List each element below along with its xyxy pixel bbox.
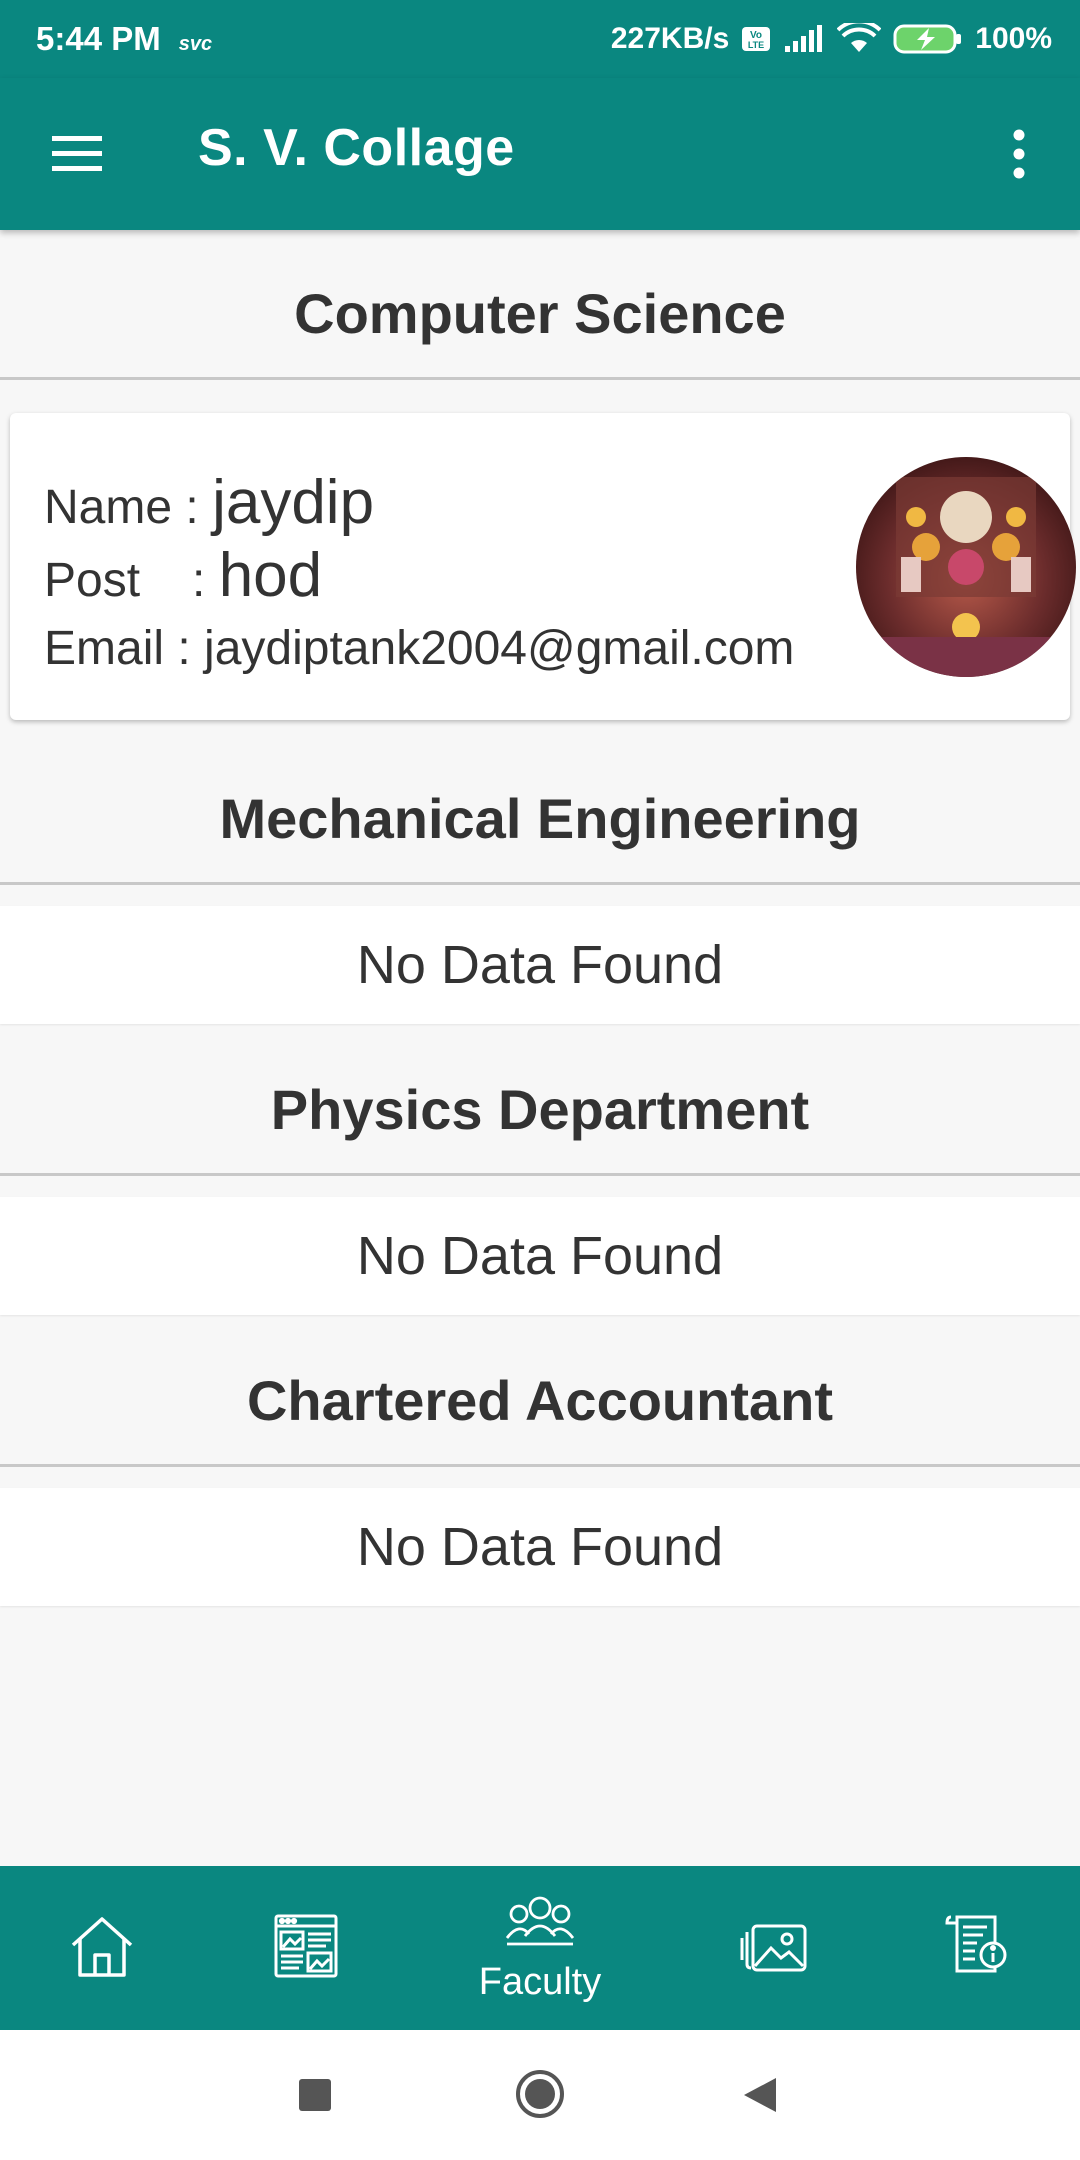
empty-state-chartered-accountant: No Data Found (0, 1488, 1080, 1606)
menu-icon[interactable] (50, 130, 104, 176)
faculty-screen: 5:44 PM svc 227KB/s Vo LTE 100% S. V. Col… (0, 0, 1080, 2160)
battery-level: 100% (975, 22, 1052, 55)
nav-faculty-label: Faculty (478, 1961, 602, 2003)
name-label: Name : (44, 481, 199, 534)
nav-info[interactable] (888, 1866, 1068, 2030)
status-time: 5:44 PM (36, 20, 161, 57)
app-title: S. V. Collage (198, 119, 515, 177)
empty-state-physics: No Data Found (0, 1197, 1080, 1315)
email-label: Email : (44, 622, 191, 675)
section-header-chartered-accountant: Chartered Accountant (0, 1337, 1080, 1467)
nav-faculty[interactable]: Faculty (450, 1866, 630, 2030)
bottom-navigation: Faculty (0, 1866, 1080, 2030)
news-icon (271, 1911, 341, 1986)
nav-news[interactable] (216, 1866, 396, 2030)
volte-icon: Vo LTE (741, 24, 771, 54)
network-speed: 227KB/s (610, 22, 730, 55)
empty-state-mechanical: No Data Found (0, 906, 1080, 1024)
faculty-card[interactable]: Name : jaydip Post: hod Email : jaydipta… (10, 413, 1076, 720)
signal-icon (783, 24, 825, 54)
app-bar: S. V. Collage (0, 78, 1080, 230)
status-carrier: svc (178, 33, 213, 55)
faculty-name: jaydip (212, 468, 375, 537)
faculty-avatar (856, 457, 1076, 677)
svg-text:LTE: LTE (748, 40, 764, 50)
info-document-icon (943, 1911, 1013, 1986)
faculty-email-row: Email : jaydiptank2004@gmail.com (44, 615, 794, 683)
faculty-email: jaydiptank2004@gmail.com (204, 622, 795, 675)
status-bar: 5:44 PM svc 227KB/s Vo LTE 100% (0, 0, 1080, 78)
post-label: Post (44, 554, 141, 607)
recents-button[interactable] (298, 2078, 332, 2117)
empty-state-text: No Data Found (356, 1517, 724, 1577)
home-icon (67, 1911, 137, 1986)
section-header-computer-science: Computer Science (0, 250, 1080, 380)
section-header-physics-department: Physics Department (0, 1046, 1080, 1176)
faculty-post: hod (218, 541, 323, 610)
faculty-name-row: Name : jaydip (44, 469, 794, 542)
back-button[interactable] (742, 2076, 778, 2119)
more-options-icon[interactable] (1004, 126, 1034, 182)
faculty-post-row: Post: hod (44, 542, 794, 615)
battery-charging-icon (893, 23, 963, 55)
section-header-mechanical-engineering: Mechanical Engineering (0, 755, 1080, 885)
nav-home[interactable] (12, 1866, 192, 2030)
post-separator: : (192, 554, 206, 607)
wifi-icon (837, 23, 882, 55)
faculty-icon (505, 1892, 575, 1955)
home-system-button[interactable] (514, 2068, 566, 2125)
system-navigation-bar (0, 2030, 1080, 2160)
nav-gallery[interactable] (684, 1866, 864, 2030)
gallery-icon (739, 1914, 809, 1983)
